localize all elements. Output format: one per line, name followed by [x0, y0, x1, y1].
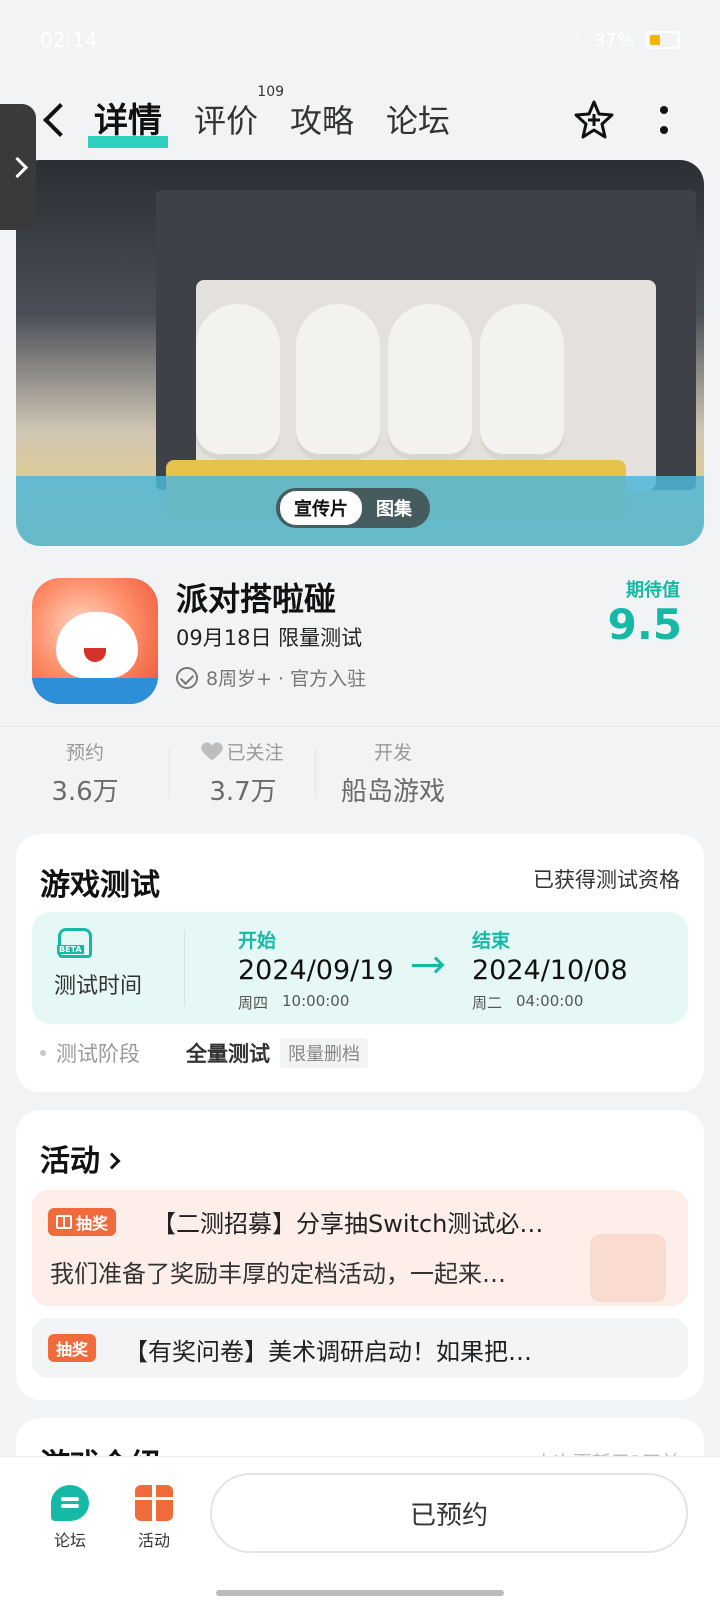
stats-row: 预约 3.6万 已关注 3.7万 开发 船岛游戏 [0, 738, 720, 818]
battery-text: 37% [593, 29, 634, 51]
reserved-button[interactable]: 已预约 [210, 1473, 688, 1553]
status-time: 02:14 [40, 28, 98, 52]
verified-check-icon [176, 666, 198, 689]
activity-button[interactable]: 活动 [122, 1485, 186, 1551]
hero-media[interactable]: 宣传片 图集 [16, 160, 704, 546]
stat-reservations: 预约 3.6万 [0, 738, 170, 818]
test-start-weekday: 周四 [238, 994, 269, 1012]
test-separator [184, 930, 185, 1006]
stat-label: 开发 [373, 742, 412, 764]
hero-figure [296, 304, 380, 454]
tab-details[interactable]: 详情 [88, 93, 168, 148]
test-start-head: 开始 [238, 930, 277, 952]
bottom-bar: 论坛 活动 已预约 [0, 1456, 720, 1600]
stat-value: 3.6万 [51, 777, 119, 807]
stat-label: 已关注 [226, 742, 284, 764]
video-tab[interactable]: 宣传片 [280, 491, 362, 525]
activity-item[interactable]: 抽奖 【有奖问卷】美术调研启动！如果把… [32, 1318, 688, 1378]
app-name: 派对搭啦碰 [176, 580, 337, 618]
test-end-date: 2024/10/08 [472, 955, 628, 986]
stat-developer[interactable]: 开发 船岛游戏 [316, 738, 470, 818]
test-start: 开始 2024/09/19 周四 10:00:00 [238, 926, 394, 1013]
activity-title-link[interactable]: 活动 [40, 1136, 121, 1180]
stat-value: 船岛游戏 [340, 777, 445, 807]
gift-icon [135, 1485, 173, 1521]
test-stage-value: 全量测试 [186, 1042, 270, 1066]
test-end-time: 04:00:00 [516, 992, 584, 1010]
lottery-badge-label: 抽奖 [56, 1340, 89, 1359]
game-test-title: 游戏测试 [40, 868, 160, 903]
back-arrow-icon[interactable] [38, 100, 78, 140]
app-tags: 8周岁+ · 官方入驻 [176, 664, 366, 691]
heart-icon [202, 743, 222, 761]
tab-details-label: 详情 [94, 100, 162, 141]
gift-watermark-icon [590, 1234, 666, 1302]
expect-label: 期待值 [626, 580, 680, 601]
test-stage-chip: 限量删档 [280, 1038, 368, 1068]
app-tags-text: 8周岁+ · 官方入驻 [206, 668, 367, 690]
side-drawer-handle[interactable] [0, 104, 36, 230]
hero-figure [196, 304, 280, 454]
battery-icon [646, 31, 680, 49]
lottery-badge: 抽奖 [48, 1334, 97, 1362]
app-release-date: 09月18日 限量测试 [176, 626, 363, 650]
gift-icon [56, 1215, 72, 1229]
wifi-icon: ⌔ [563, 27, 582, 52]
divider [0, 726, 720, 727]
arrow-right-icon [412, 964, 442, 967]
tab-guides-label: 攻略 [290, 101, 355, 140]
test-stage-row: 测试阶段 全量测试 限量删档 [40, 1038, 368, 1068]
tab-bar: 详情 评价 109 攻略 论坛 [88, 84, 450, 148]
activity-item[interactable]: 抽奖 【二测招募】分享抽Switch测试必… 我们准备了奖励丰厚的定档活动，一起… [32, 1190, 688, 1306]
app-icon[interactable] [32, 578, 158, 704]
activity-label: 活动 [137, 1531, 170, 1550]
home-indicator[interactable] [216, 1590, 504, 1596]
tab-forum[interactable]: 论坛 [386, 96, 450, 148]
tab-guides[interactable]: 攻略 [290, 96, 354, 148]
tab-reviews-label: 评价 [194, 101, 259, 140]
media-switch: 宣传片 图集 [276, 488, 430, 528]
expect-score: 9.5 [607, 600, 682, 649]
test-time-box: 测试时间 开始 2024/09/19 周四 10:00:00 结束 2024/10… [32, 912, 688, 1024]
stat-label: 预约 [65, 742, 104, 764]
activity-card: 活动 抽奖 【二测招募】分享抽Switch测试必… 我们准备了奖励丰厚的定档活动… [16, 1110, 704, 1400]
test-end-weekday: 周二 [472, 994, 503, 1012]
activity-title: 活动 [40, 1144, 100, 1179]
test-start-time: 10:00:00 [282, 992, 350, 1010]
gallery-tab[interactable]: 图集 [362, 491, 426, 525]
hero-figure [388, 304, 472, 454]
chevron-right-icon [103, 1152, 121, 1169]
bullet-dot [40, 1050, 46, 1056]
stat-followers[interactable]: 已关注 3.7万 [170, 738, 316, 818]
beta-icon [57, 928, 92, 958]
activity-item-title: 【二测招募】分享抽Switch测试必… [152, 1210, 544, 1238]
forum-button[interactable]: 论坛 [38, 1485, 102, 1551]
test-qualification: 已获得测试资格 [533, 868, 680, 892]
lottery-badge-label: 抽奖 [76, 1214, 109, 1233]
more-options-icon[interactable] [660, 106, 668, 134]
activity-item-title: 【有奖问卷】美术调研启动！如果把… [124, 1338, 532, 1366]
stat-value: 3.7万 [209, 777, 277, 807]
test-end-head: 结束 [472, 930, 511, 952]
hero-figure [480, 304, 564, 454]
game-test-card: 游戏测试 已获得测试资格 测试时间 开始 2024/09/19 周四 10:00:… [16, 834, 704, 1092]
test-end: 结束 2024/10/08 周二 04:00:00 [472, 926, 628, 1013]
tab-reviews[interactable]: 评价 109 [194, 84, 284, 148]
lottery-badge: 抽奖 [48, 1208, 117, 1236]
forum-label: 论坛 [53, 1531, 86, 1550]
top-header: 详情 评价 109 攻略 论坛 [0, 80, 720, 160]
tab-forum-label: 论坛 [386, 101, 451, 140]
activity-item-desc: 我们准备了奖励丰厚的定档活动，一起来… [50, 1260, 506, 1288]
test-start-date: 2024/09/19 [238, 955, 394, 986]
favorite-star-icon[interactable] [572, 98, 616, 142]
status-bar: 02:14 ⌔ 37% [0, 0, 720, 80]
reviews-count-badge: 109 [257, 83, 285, 100]
test-time-label: 测试时间 [54, 974, 143, 999]
app-info: 派对搭啦碰 09月18日 限量测试 8周岁+ · 官方入驻 期待值 9.5 [0, 560, 720, 712]
chat-icon [51, 1485, 89, 1521]
test-stage-label: 测试阶段 [56, 1042, 140, 1066]
